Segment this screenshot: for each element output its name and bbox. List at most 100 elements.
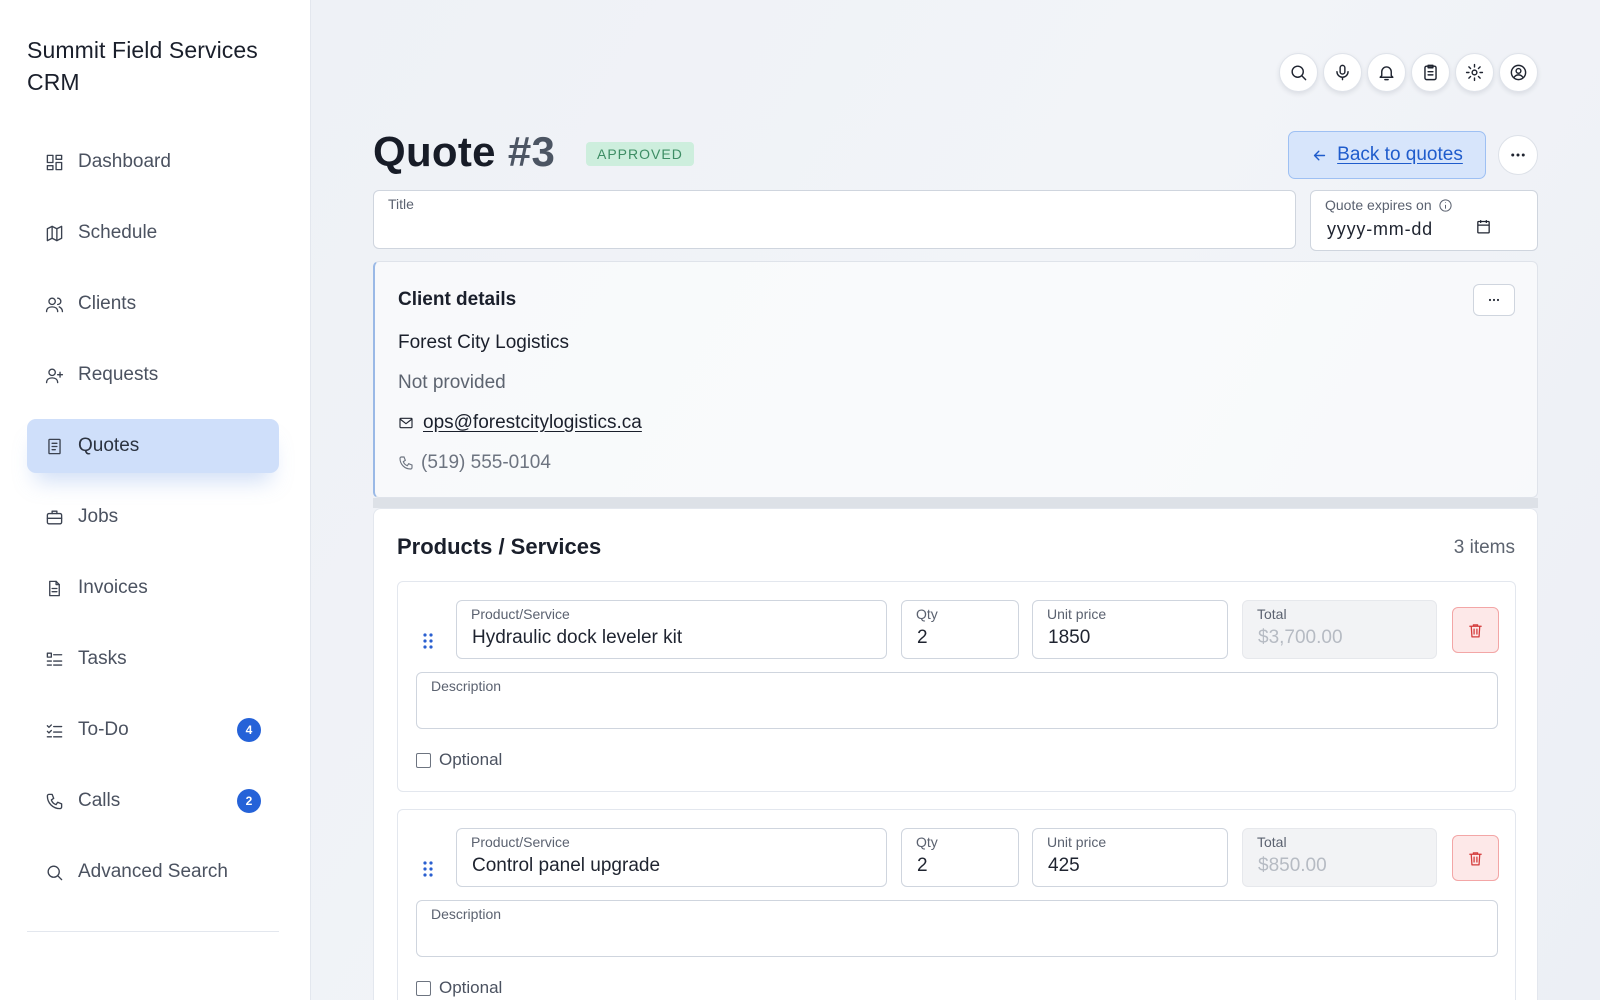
optional-checkbox[interactable] [416,980,431,996]
dashboard-icon [44,152,64,172]
sidebar-item-label: Dashboard [78,151,171,172]
more-actions-button[interactable] [1498,135,1538,175]
user-circle-icon[interactable] [1499,53,1538,92]
todo-count-badge: 4 [237,718,261,742]
qty-field[interactable]: Qty 2 [901,600,1019,659]
quote-expires-label-text: Quote expires on [1325,197,1432,213]
sidebar-item-label: To-Do [78,719,129,740]
product-value: Control panel upgrade [472,855,661,876]
briefcase-icon [44,507,64,527]
client-email-row: ops@forestcitylogistics.ca [398,412,642,434]
sidebar-item-calls[interactable]: Calls 2 [27,774,279,828]
status-badge: APPROVED [586,142,694,166]
sidebar-item-label: Clients [78,293,137,314]
sidebar-item-label: Invoices [78,577,148,598]
client-details-card: Client details Forest City Logistics Not… [373,261,1538,498]
bell-icon[interactable] [1367,53,1406,92]
description-label: Description [431,678,502,694]
client-more-button[interactable] [1473,284,1515,316]
section-divider [373,498,1538,508]
trash-icon [1469,851,1482,866]
title-field-label: Title [388,196,414,212]
clipboard-icon[interactable] [1411,53,1450,92]
drag-handle-icon[interactable] [422,632,434,650]
sidebar-item-todo[interactable]: To-Do 4 [27,703,279,757]
qty-value: 2 [917,627,928,648]
delete-line-item-button[interactable] [1452,835,1499,881]
client-address: Not provided [398,372,506,393]
microphone-icon[interactable] [1323,53,1362,92]
sidebar-item-label: Schedule [78,222,158,243]
more-horizontal-icon [1511,153,1525,157]
quote-expires-field[interactable]: Quote expires on yyyy-mm-dd [1310,190,1538,251]
quote-number: #3 [507,128,556,175]
description-field[interactable]: Description [416,672,1498,729]
sidebar-item-advanced-search[interactable]: Advanced Search [27,845,279,899]
description-field[interactable]: Description [416,900,1498,957]
optional-label: Optional [439,750,503,769]
sidebar-item-tasks[interactable]: Tasks [27,632,279,686]
qty-field[interactable]: Qty 2 [901,828,1019,887]
optional-row: Optional [416,750,502,770]
total-label: Total [1257,606,1287,622]
page-title-prefix: Quote [373,128,496,175]
page-title: Quote #3 [373,128,555,176]
search-icon[interactable] [1279,53,1318,92]
products-title: Products / Services [397,534,602,559]
sidebar: Summit Field Services CRM Dashboard Sche… [0,0,311,1000]
sidebar-item-schedule[interactable]: Schedule [27,206,279,260]
app-title: Summit Field Services CRM [27,37,258,95]
trash-icon [1469,623,1482,638]
product-label: Product/Service [471,834,570,850]
sidebar-nav: Dashboard Schedule Clients Requests Quot… [27,135,279,916]
product-value: Hydraulic dock leveler kit [472,627,683,648]
quote-expires-label: Quote expires on [1325,197,1453,213]
optional-label: Optional [439,978,503,997]
sidebar-item-label: Jobs [78,506,119,527]
phone-icon [44,791,64,811]
info-icon [1439,198,1452,212]
sidebar-item-invoices[interactable]: Invoices [27,561,279,615]
client-details-title: Client details [398,289,517,310]
file-icon [44,578,64,598]
drag-handle-icon[interactable] [422,860,434,878]
client-phone: (519) 555-0104 [421,452,551,473]
gear-icon[interactable] [1455,53,1494,92]
user-plus-icon [44,365,64,385]
product-field[interactable]: Product/Service Control panel upgrade [456,828,887,887]
unit-price-value: 1850 [1048,627,1091,648]
users-icon [44,294,64,314]
sidebar-divider [27,931,279,932]
sidebar-item-requests[interactable]: Requests [27,348,279,402]
total-field: Total $850.00 [1242,828,1437,887]
list-icon [44,649,64,669]
sidebar-item-dashboard[interactable]: Dashboard [27,135,279,189]
top-toolbar [1279,53,1538,92]
sidebar-item-quotes[interactable]: Quotes [27,419,279,473]
calendar-icon[interactable] [1475,218,1492,235]
client-email-link[interactable]: ops@forestcitylogistics.ca [423,412,642,434]
delete-line-item-button[interactable] [1452,607,1499,653]
total-label: Total [1257,834,1287,850]
main-content: Quote #3 APPROVED Back to quotes Title Q… [311,0,1600,1000]
checklist-icon [44,720,64,740]
optional-checkbox[interactable] [416,752,431,768]
mail-icon [399,417,413,429]
back-to-quotes-button[interactable]: Back to quotes [1288,131,1486,179]
quote-expires-value: yyyy-mm-dd [1327,219,1433,239]
sidebar-item-label: Tasks [78,648,127,669]
description-label: Description [431,906,502,922]
map-icon [44,223,64,243]
title-field[interactable]: Title [373,190,1296,249]
sidebar-item-label: Quotes [78,435,140,456]
unit-price-field[interactable]: Unit price 425 [1032,828,1228,887]
product-field[interactable]: Product/Service Hydraulic dock leveler k… [456,600,887,659]
unit-price-label: Unit price [1047,606,1107,622]
sidebar-item-clients[interactable]: Clients [27,277,279,331]
qty-label: Qty [916,834,938,850]
qty-value: 2 [917,855,928,876]
total-field: Total $3,700.00 [1242,600,1437,659]
unit-price-field[interactable]: Unit price 1850 [1032,600,1228,659]
arrow-left-icon [1313,150,1326,160]
sidebar-item-jobs[interactable]: Jobs [27,490,279,544]
